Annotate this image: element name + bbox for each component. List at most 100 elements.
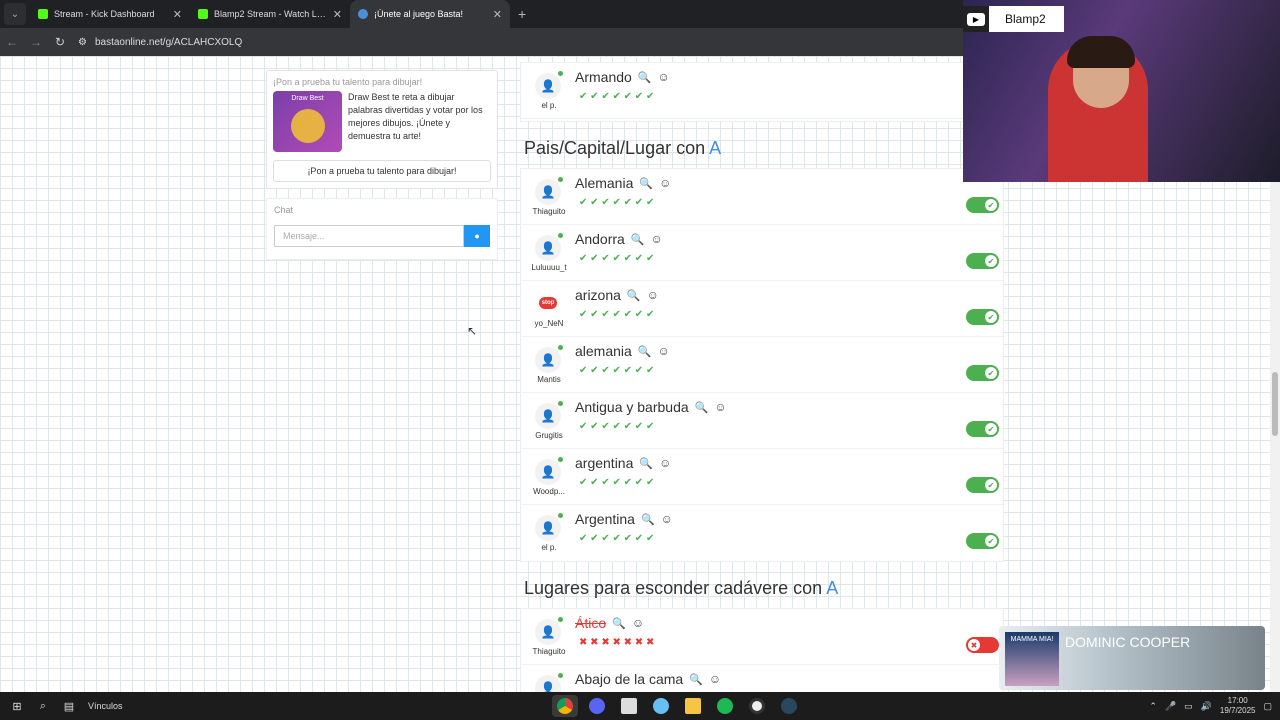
site-info-icon[interactable]: ⚙ [78, 37, 87, 48]
vote-icon[interactable]: ☺ [661, 512, 673, 526]
search-icon[interactable]: 🔍 [639, 457, 653, 470]
chrome-icon[interactable] [552, 695, 578, 717]
promo-image-label: Draw Best [291, 95, 324, 102]
search-icon[interactable]: 🔍 [627, 289, 641, 302]
answer-word: alemania 🔍 ☺ [575, 343, 670, 359]
vote-icon[interactable]: ☺ [709, 672, 721, 686]
search-icon[interactable]: 🔍 [639, 177, 653, 190]
close-icon[interactable]: ✕ [333, 8, 342, 21]
vote-checks: ✔ ✔ ✔ ✔ ✔ ✔ ✔ [579, 253, 655, 264]
check-icon: ✔ [985, 367, 997, 379]
search-icon[interactable]: 🔍 [695, 401, 709, 414]
discord-icon[interactable] [584, 695, 610, 717]
stop-badge-icon: stop [539, 297, 557, 309]
answer-user: Mantis [537, 375, 561, 384]
vote-icon[interactable]: ☺ [659, 456, 671, 470]
streamer-hair [1067, 36, 1135, 68]
answer-word: Alemania 🔍 ☺ [575, 175, 672, 191]
avatar-icon: 👤 [535, 233, 563, 261]
vote-icon[interactable]: ☺ [651, 232, 663, 246]
search-icon[interactable]: 🔍 [631, 233, 645, 246]
answer-word: arizona 🔍 ☺ [575, 287, 659, 303]
steam-alt-icon[interactable] [776, 695, 802, 717]
draw-best-image[interactable]: Draw Best [273, 91, 342, 152]
send-message-button[interactable]: ● [464, 225, 490, 247]
chat-panel: Chat Mensaje... ● [266, 198, 498, 260]
check-icon: ✔ [985, 199, 997, 211]
microphone-icon[interactable]: 🎤 [1165, 701, 1176, 712]
steam-icon[interactable] [648, 695, 674, 717]
valid-toggle[interactable]: ✔ [966, 253, 999, 269]
brush-icon [291, 109, 325, 143]
vote-icon[interactable]: ☺ [659, 176, 671, 190]
windows-start-icon[interactable]: ⊞ [4, 696, 30, 716]
url-field[interactable]: ⚙ bastaonline.net/g/ACLAHCXOLQ [78, 37, 242, 48]
windows-taskbar: ⊞ ⌕ ▤ Vínculos ⌃ 🎤 ▭ 🔊 17:00 19/7/2025 ▢ [0, 692, 1280, 720]
check-icon: ✔ [985, 255, 997, 267]
check-icon: ✔ [985, 479, 997, 491]
reload-icon[interactable]: ↻ [48, 35, 72, 49]
tab-search-icon[interactable]: ⌄ [4, 3, 26, 25]
tab-blamp2-stream[interactable]: Blamp2 Stream - Watch Live on ✕ [190, 0, 350, 28]
avatar-icon: 👤 [535, 71, 563, 99]
back-icon[interactable]: ← [0, 35, 24, 49]
answer-word: Ático 🔍 ☺ [575, 615, 645, 631]
promo-title: ¡Pon a prueba tu talento para dibujar! [273, 77, 423, 87]
avatar-icon: 👤 [535, 457, 563, 485]
vote-icon[interactable]: ☺ [714, 400, 726, 414]
promo-button[interactable]: ¡Pon a prueba tu talento para dibujar! [273, 160, 491, 182]
avatar-icon: 👤 [535, 673, 563, 692]
valid-toggle[interactable]: ✔ [966, 421, 999, 437]
answer-section-pais: 👤 Thiaguito Alemania 🔍 ☺ ✔ ✔ ✔ ✔ ✔ ✔ ✔ ✔ 👤… [520, 168, 1005, 562]
answer-user: Thiaguito [532, 647, 566, 656]
channel-name: Blamp2 [1005, 12, 1046, 26]
tab-title: Stream - Kick Dashboard [54, 9, 155, 19]
new-tab-icon[interactable]: + [518, 6, 526, 22]
vote-icon[interactable]: ☺ [658, 70, 670, 84]
vote-icon[interactable]: ☺ [658, 344, 670, 358]
valid-toggle[interactable]: ✔ [966, 197, 999, 213]
section-title-pais: Pais/Capital/Lugar con A [524, 138, 722, 158]
task-view-icon[interactable]: ▤ [56, 696, 82, 716]
chat-title: Chat [274, 205, 294, 215]
search-icon[interactable]: 🔍 [612, 617, 626, 630]
clock[interactable]: 17:00 19/7/2025 [1220, 696, 1256, 716]
file-explorer-icon[interactable] [680, 695, 706, 717]
answer-word: Argentina 🔍 ☺ [575, 511, 673, 527]
scrollbar-thumb[interactable] [1272, 372, 1278, 436]
answer-user: el p. [541, 543, 557, 552]
search-icon[interactable]: 🔍 [638, 71, 652, 84]
promo-card: ¡Pon a prueba tu talento para dibujar! D… [266, 70, 498, 189]
clock-date: 19/7/2025 [1219, 706, 1256, 715]
valid-toggle[interactable]: ✖ [966, 637, 999, 653]
close-icon[interactable]: ✕ [173, 8, 182, 21]
network-icon[interactable]: ▭ [1184, 701, 1193, 712]
answer-word: Antigua y barbuda 🔍 ☺ [575, 399, 727, 415]
notifications-icon[interactable]: ▢ [1263, 701, 1272, 712]
chevron-up-icon[interactable]: ⌃ [1149, 701, 1157, 712]
search-icon[interactable]: 🔍 [689, 673, 703, 686]
valid-toggle[interactable]: ✔ [966, 309, 999, 325]
epic-games-icon[interactable] [616, 695, 642, 717]
search-icon[interactable]: 🔍 [638, 345, 652, 358]
valid-toggle[interactable]: ✔ [966, 365, 999, 381]
vote-crosses: ✖ ✖ ✖ ✖ ✖ ✖ ✖ [579, 637, 655, 648]
spotify-icon[interactable] [712, 695, 738, 717]
vote-checks: ✔ ✔ ✔ ✔ ✔ ✔ ✔ [579, 421, 655, 432]
tab-kick-dashboard[interactable]: Stream - Kick Dashboard ✕ [30, 0, 190, 28]
close-icon[interactable]: ✕ [493, 8, 502, 21]
taskbar-links-label[interactable]: Vínculos [88, 701, 123, 711]
valid-toggle[interactable]: ✔ [966, 533, 999, 549]
search-icon[interactable]: ⌕ [30, 696, 56, 716]
chat-bubble-icon: ● [474, 231, 480, 241]
vote-icon[interactable]: ☺ [647, 288, 659, 302]
answer-row: 👤 el p. Armando 🔍 ☺ ✔ ✔ ✔ ✔ ✔ ✔ ✔ [521, 63, 1005, 119]
valid-toggle[interactable]: ✔ [966, 477, 999, 493]
obs-icon[interactable] [744, 695, 770, 717]
vote-icon[interactable]: ☺ [632, 616, 644, 630]
forward-icon[interactable]: → [24, 35, 48, 49]
search-icon[interactable]: 🔍 [641, 513, 655, 526]
tab-basta-game[interactable]: ¡Únete al juego Basta! ✕ [350, 0, 510, 28]
chat-message-input[interactable]: Mensaje... [274, 225, 465, 247]
volume-icon[interactable]: 🔊 [1201, 701, 1212, 712]
